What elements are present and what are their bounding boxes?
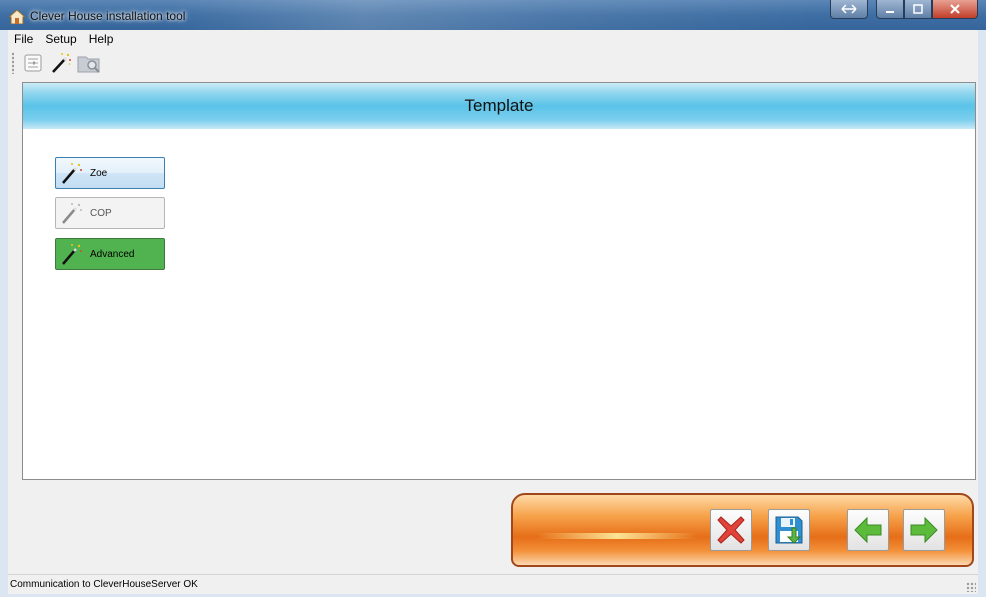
cancel-button[interactable] [710,509,752,551]
template-zoe-button[interactable]: Zoe [55,157,165,189]
toolbar [8,48,978,78]
status-text: Communication to CleverHouseServer OK [10,579,198,590]
toolbar-grip[interactable] [12,52,14,74]
minimize-button[interactable] [876,0,904,19]
template-cop-button[interactable]: COP [55,197,165,229]
window-title: Clever House installation tool [30,9,186,23]
close-button[interactable] [932,0,978,19]
maximize-icon [913,4,923,14]
menu-bar: File Setup Help [8,30,978,48]
floppy-save-icon [775,516,803,544]
save-button[interactable] [768,509,810,551]
title-bar-glow [170,0,816,30]
red-x-icon [717,516,745,544]
minimize-icon [886,11,894,13]
restore-icon [841,4,857,14]
template-advanced-label: Advanced [90,248,135,260]
magic-wand-icon [62,163,82,184]
status-bar: Communication to CleverHouseServer OK [8,574,978,594]
house-icon [9,10,25,24]
settings-list-icon [24,54,42,72]
template-panel-header: Template [23,83,975,129]
navigation-bar [511,493,974,567]
menu-file[interactable]: File [8,32,39,46]
back-button[interactable] [847,509,889,551]
folder-search-icon [77,56,100,73]
magic-wand-icon [62,203,82,224]
panel-title: Template [464,96,534,115]
maximize-button[interactable] [904,0,932,19]
client-area: File Setup Help Template Zoe COP Advance… [8,30,978,594]
close-icon [950,4,960,14]
template-zoe-label: Zoe [90,167,108,179]
navbar-shine [537,533,697,539]
toolbar-wizard-button[interactable] [48,50,74,76]
template-panel: Template Zoe COP Advanced [22,82,976,480]
template-advanced-button[interactable]: Advanced [55,238,165,270]
toolbar-settings-button[interactable] [20,50,46,76]
resize-grip[interactable] [966,582,976,592]
green-left-arrow-icon [854,516,882,544]
template-cop-label: COP [90,207,112,219]
magic-wand-icon [52,53,71,73]
next-button[interactable] [903,509,945,551]
menu-setup[interactable]: Setup [39,32,82,46]
caption-buttons [830,0,978,20]
green-right-arrow-icon [910,516,938,544]
menu-help[interactable]: Help [83,32,120,46]
restore-button[interactable] [830,0,868,19]
toolbar-search-button[interactable] [76,50,102,76]
magic-wand-icon [62,244,82,265]
window-title-bar[interactable]: Clever House installation tool [0,0,986,30]
